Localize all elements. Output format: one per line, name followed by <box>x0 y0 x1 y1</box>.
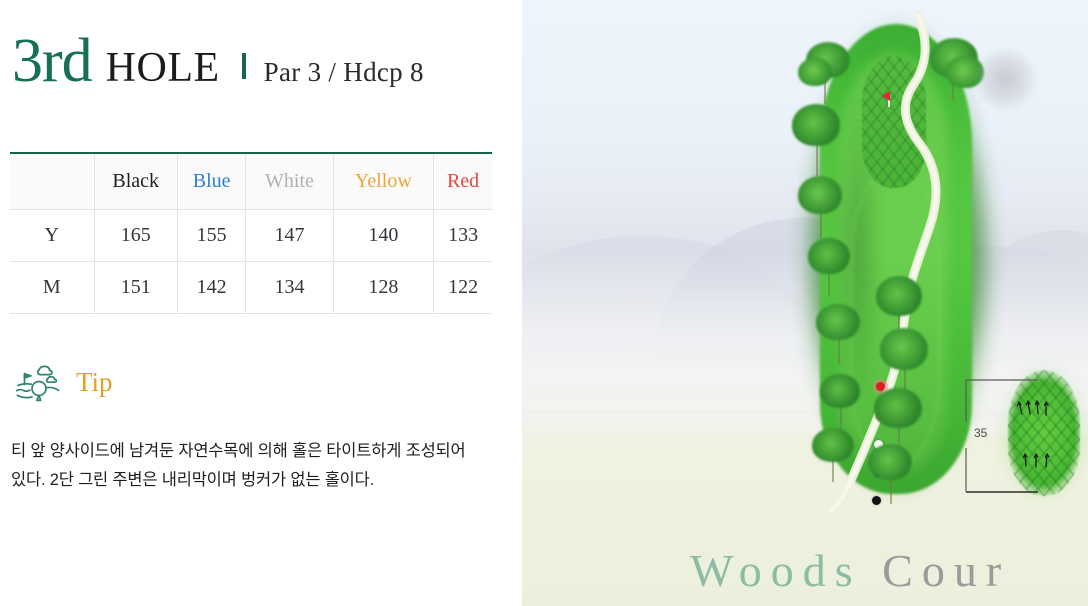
table-corner-cell <box>10 153 95 210</box>
cell-m-red: 122 <box>433 261 492 314</box>
cell-m-blue: 142 <box>176 261 247 314</box>
column-header-white: White <box>245 153 334 210</box>
tip-description: 티 앞 양사이드에 남겨둔 자연수목에 의해 홀은 타이트하게 조성되어 있다.… <box>11 441 466 489</box>
tree <box>820 374 860 408</box>
column-header-yellow: Yellow <box>332 153 435 210</box>
watermark-word-gray: Cour <box>882 545 1011 596</box>
tree-silhouette <box>972 48 1038 110</box>
course-name-watermark: Woods Cour <box>690 548 1010 594</box>
golf-course-icon <box>12 362 64 402</box>
cell-m-white: 134 <box>245 261 334 314</box>
column-header-black: Black <box>93 153 178 210</box>
tree <box>792 104 840 146</box>
tree <box>816 304 860 340</box>
tree <box>868 444 912 480</box>
tree <box>880 328 928 370</box>
hole-label: HOLE <box>105 45 220 91</box>
tree <box>808 238 850 274</box>
yardage-table: Black Blue White Yellow Red Y 165 155 14… <box>10 152 492 314</box>
tree <box>876 276 922 316</box>
table-row: Y 165 155 147 140 133 <box>10 209 492 262</box>
tree <box>874 388 922 428</box>
cell-y-yellow: 140 <box>332 209 435 262</box>
cell-y-red: 133 <box>433 209 492 262</box>
tip-title: Tip <box>76 366 113 397</box>
green-dimension-bracket <box>965 379 1050 493</box>
tree <box>798 176 842 214</box>
tee-marker-black <box>872 496 881 505</box>
hole-par-hdcp: Par 3 / Hdcp 8 <box>263 57 424 87</box>
hole-info-page: 3rd HOLE Par 3 / Hdcp 8 Black Blue White… <box>0 0 1088 606</box>
table-row: M 151 142 134 128 122 <box>10 261 492 314</box>
title-divider <box>241 53 246 79</box>
cell-y-black: 165 <box>93 209 178 262</box>
tree <box>798 58 832 86</box>
page-title: 3rd HOLE Par 3 / Hdcp 8 <box>12 30 424 92</box>
hole-info-panel: 3rd HOLE Par 3 / Hdcp 8 Black Blue White… <box>0 0 522 606</box>
column-header-blue: Blue <box>176 153 247 210</box>
tee-marker-red <box>876 382 885 391</box>
cell-m-yellow: 128 <box>332 261 435 314</box>
row-label-m: M <box>10 261 95 314</box>
tip-heading: Tip <box>12 362 113 402</box>
cell-y-white: 147 <box>245 209 334 262</box>
green-dimension-label: 35 <box>974 426 988 440</box>
column-header-red: Red <box>433 153 492 210</box>
cell-m-black: 151 <box>93 261 178 314</box>
course-map-panel: 35 Woods Cour <box>522 0 1088 606</box>
hole-number: 3rd <box>12 27 93 95</box>
cell-y-blue: 155 <box>176 209 247 262</box>
table-header-row: Black Blue White Yellow Red <box>10 153 492 210</box>
watermark-word-green: Woods <box>690 545 862 596</box>
tree <box>812 428 854 462</box>
row-label-y: Y <box>10 209 95 262</box>
green-detail-inset: 35 <box>952 362 1088 504</box>
